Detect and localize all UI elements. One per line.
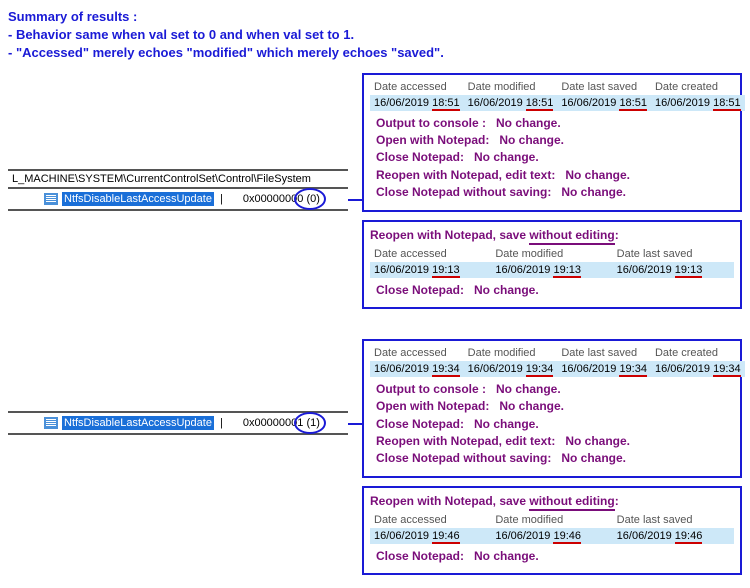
col-header-modified: Date modified	[464, 79, 558, 95]
connector-line	[348, 199, 362, 201]
action-reopen-save-noedit: Reopen with Notepad, save without editin…	[370, 492, 734, 512]
action-close-nosave: Close Notepad without saving:	[376, 184, 551, 201]
action-result: No change.	[561, 450, 626, 467]
actions-list: Close Notepad: No change.	[370, 544, 734, 569]
action-close-nosave: Close Notepad without saving:	[376, 450, 551, 467]
registry-value-row[interactable]: NtfsDisableLastAccessUpdate | 0x00000001…	[8, 411, 348, 435]
action-close: Close Notepad:	[376, 149, 464, 166]
action-close: Close Notepad:	[376, 548, 464, 565]
registry-value-data: 0x00000001 (1)	[243, 417, 320, 429]
action-output: Output to console :	[376, 115, 486, 132]
registry-path: L_MACHINE\SYSTEM\CurrentControlSet\Contr…	[8, 169, 348, 189]
separator: |	[220, 417, 223, 429]
action-result: No change.	[499, 132, 564, 149]
connector-line	[348, 423, 362, 425]
timestamps-table: Date accessed Date modified Date last sa…	[370, 345, 745, 377]
table-row: 16/06/2019 18:51 16/06/2019 18:51 16/06/…	[370, 95, 745, 111]
action-reopen-edit: Reopen with Notepad, edit text:	[376, 433, 555, 450]
timestamps-table: Date accessed Date modified Date last sa…	[370, 246, 734, 278]
action-result: No change.	[496, 115, 561, 132]
col-header-created: Date created	[651, 79, 745, 95]
action-result: No change.	[499, 398, 564, 415]
col-header-saved: Date last saved	[613, 512, 734, 528]
action-result: No change.	[565, 433, 630, 450]
col-header-accessed: Date accessed	[370, 345, 464, 361]
table-row: 16/06/2019 19:13 16/06/2019 19:13 16/06/…	[370, 262, 734, 278]
separator: |	[220, 193, 223, 205]
registry-value-name: NtfsDisableLastAccessUpdate	[62, 416, 214, 430]
result-box-after-save: Reopen with Notepad, save without editin…	[362, 486, 742, 575]
registry-value-row[interactable]: NtfsDisableLastAccessUpdate | 0x00000000…	[8, 189, 348, 211]
table-row: 16/06/2019 19:46 16/06/2019 19:46 16/06/…	[370, 528, 734, 544]
registry-column: L_MACHINE\SYSTEM\CurrentControlSet\Contr…	[8, 73, 348, 576]
results-column: Date accessed Date modified Date last sa…	[362, 73, 742, 576]
action-output: Output to console :	[376, 381, 486, 398]
action-open: Open with Notepad:	[376, 398, 489, 415]
action-close: Close Notepad:	[376, 282, 464, 299]
actions-list: Output to console : No change. Open with …	[370, 111, 734, 206]
registry-value-data: 0x00000000 (0)	[243, 193, 320, 205]
action-result: No change.	[561, 184, 626, 201]
col-header-accessed: Date accessed	[370, 512, 491, 528]
result-box-after-save: Reopen with Notepad, save without editin…	[362, 220, 742, 309]
col-header-accessed: Date accessed	[370, 79, 464, 95]
action-reopen-edit: Reopen with Notepad, edit text:	[376, 167, 555, 184]
action-result: No change.	[474, 282, 539, 299]
col-header-saved: Date last saved	[557, 79, 651, 95]
summary-line-1: - Behavior same when val set to 0 and wh…	[8, 26, 742, 44]
action-result: No change.	[496, 381, 561, 398]
action-result: No change.	[565, 167, 630, 184]
col-header-modified: Date modified	[491, 512, 612, 528]
col-header-saved: Date last saved	[557, 345, 651, 361]
col-header-saved: Date last saved	[613, 246, 734, 262]
action-result: No change.	[474, 548, 539, 565]
summary-title: Summary of results :	[8, 8, 742, 26]
timestamps-table: Date accessed Date modified Date last sa…	[370, 79, 745, 111]
registry-value-icon	[44, 193, 58, 205]
result-box-top: Date accessed Date modified Date last sa…	[362, 73, 742, 212]
result-box-top: Date accessed Date modified Date last sa…	[362, 339, 742, 478]
action-open: Open with Notepad:	[376, 132, 489, 149]
action-result: No change.	[474, 416, 539, 433]
col-header-modified: Date modified	[464, 345, 558, 361]
action-reopen-save-noedit: Reopen with Notepad, save without editin…	[370, 226, 734, 246]
timestamps-table: Date accessed Date modified Date last sa…	[370, 512, 734, 544]
col-header-modified: Date modified	[491, 246, 612, 262]
col-header-accessed: Date accessed	[370, 246, 491, 262]
registry-value-name: NtfsDisableLastAccessUpdate	[62, 192, 214, 206]
action-result: No change.	[474, 149, 539, 166]
table-row: 16/06/2019 19:34 16/06/2019 19:34 16/06/…	[370, 361, 745, 377]
registry-block-1: NtfsDisableLastAccessUpdate | 0x00000001…	[8, 411, 348, 435]
col-header-created: Date created	[651, 345, 745, 361]
registry-value-icon	[44, 417, 58, 429]
action-close: Close Notepad:	[376, 416, 464, 433]
registry-block-0: L_MACHINE\SYSTEM\CurrentControlSet\Contr…	[8, 169, 348, 211]
actions-list: Close Notepad: No change.	[370, 278, 734, 303]
summary-block: Summary of results : - Behavior same whe…	[8, 8, 742, 63]
summary-line-2: - "Accessed" merely echoes "modified" wh…	[8, 44, 742, 62]
actions-list: Output to console : No change. Open with …	[370, 377, 734, 472]
